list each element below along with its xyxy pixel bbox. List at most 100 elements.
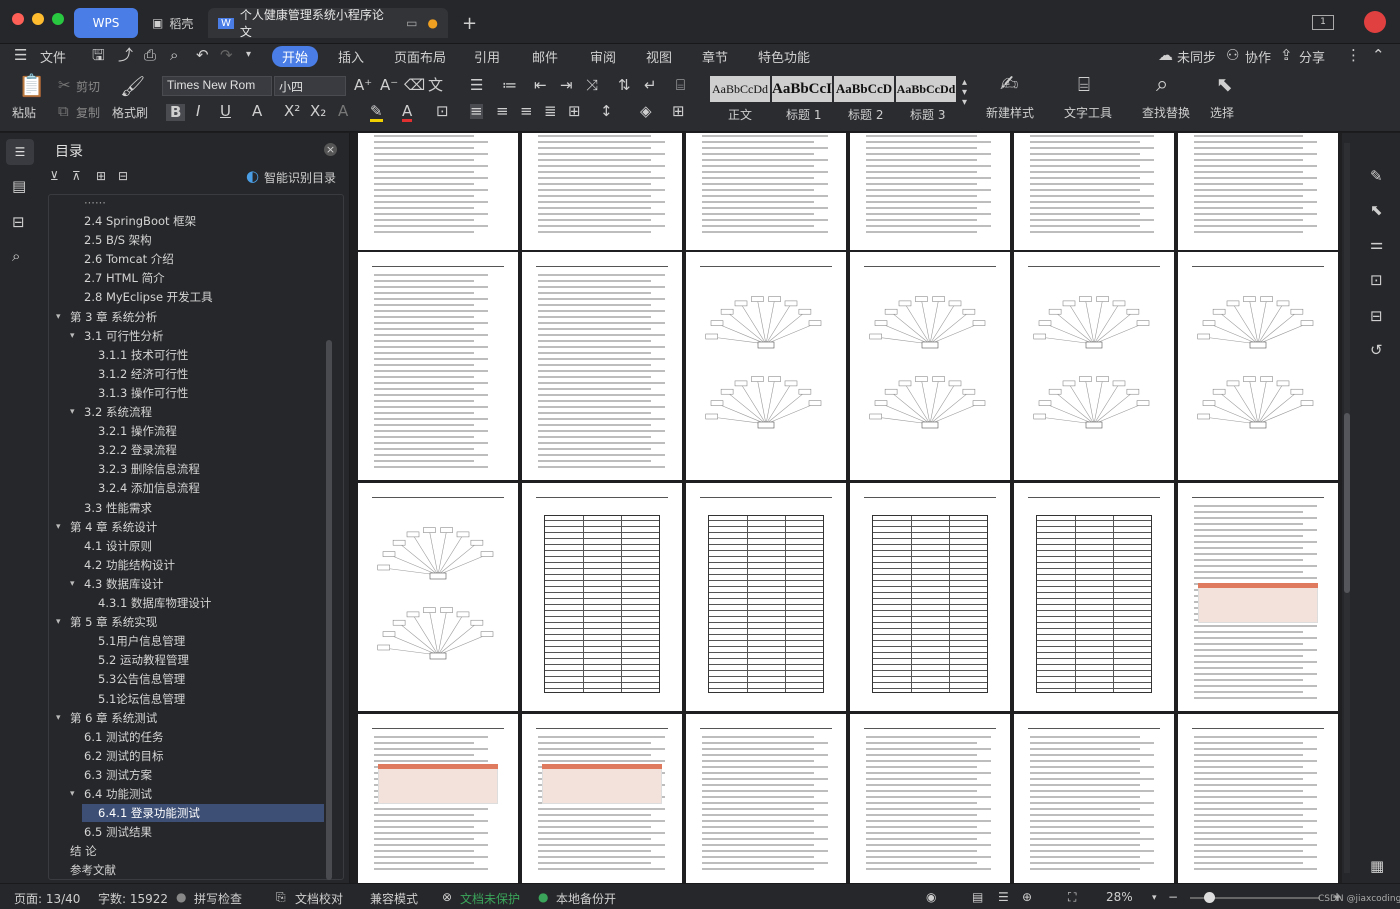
file-menu[interactable]: 文件 (40, 47, 66, 66)
outline-item[interactable]: 6.2 测试的目标 (84, 748, 163, 764)
window-switch-icon[interactable]: 1 (1312, 15, 1334, 30)
expand-up-icon[interactable]: ⊼ (72, 170, 81, 182)
bookmark-icon[interactable]: ⊟ (12, 215, 25, 230)
outline-item[interactable]: 3.2.1 操作流程 (98, 423, 177, 439)
tab-mail[interactable]: 邮件 (532, 47, 558, 66)
grow-font-icon[interactable]: A⁺ (354, 78, 372, 93)
char-border-icon[interactable]: ⊡ (436, 104, 449, 119)
outline-chapter[interactable]: 第 3 章 系统分析 (70, 309, 157, 325)
expand-caret-icon[interactable]: ▾ (56, 522, 61, 532)
new-style-button[interactable]: 新建样式 (986, 104, 1034, 121)
share-button[interactable]: 分享 (1299, 47, 1325, 66)
tab-chapter[interactable]: 章节 (702, 47, 728, 66)
outline-item[interactable]: 2.4 SpringBoot 框架 (84, 213, 196, 229)
sort-icon[interactable]: ⇅ (618, 78, 631, 93)
underline-icon[interactable]: U (220, 104, 231, 119)
collab-button[interactable]: 协作 (1245, 47, 1271, 66)
cut-button[interactable]: 剪切 (76, 78, 100, 95)
outline-chapter[interactable]: 参考文献 (70, 862, 116, 878)
outline-item[interactable]: 3.1 可行性分析 (84, 328, 163, 344)
new-tab-button[interactable]: + (452, 8, 487, 38)
style-gallery-more-icon[interactable]: ▴ ▾ ▾ (962, 78, 967, 108)
expand-caret-icon[interactable]: ▾ (56, 713, 61, 723)
indent-icon[interactable]: ⇥ (560, 78, 573, 93)
bold-icon[interactable]: B (166, 104, 186, 121)
page-view-icon[interactable]: ▤ (972, 890, 983, 904)
page-thumbnail[interactable] (1178, 483, 1338, 711)
page-thumbnail[interactable] (1014, 133, 1174, 250)
web-view-icon[interactable]: ⊕ (1022, 890, 1032, 904)
bullet-list-icon[interactable]: ☰ (470, 78, 483, 93)
page-thumbnail[interactable] (522, 483, 682, 711)
add-heading-icon[interactable]: ⊞ (96, 170, 106, 182)
outline-item[interactable]: 5.1用户信息管理 (98, 633, 185, 649)
copy-icon[interactable]: ⧉ (58, 104, 69, 119)
page-thumbnail[interactable] (1014, 714, 1174, 883)
pen-icon[interactable]: ✎ (1370, 169, 1383, 184)
close-window-button[interactable] (12, 13, 24, 25)
expand-caret-icon[interactable]: ▾ (70, 331, 75, 341)
adjust-icon[interactable]: ⚌ (1370, 237, 1383, 252)
outline-item[interactable]: 3.2 系统流程 (84, 404, 152, 420)
outline-item[interactable]: 5.3公告信息管理 (98, 671, 185, 687)
history-icon[interactable]: ↺ (1370, 343, 1383, 358)
zoom-out-icon[interactable]: − (1168, 890, 1178, 904)
select-button[interactable]: 选择 (1210, 104, 1234, 121)
align-center-icon[interactable]: ≡ (496, 104, 509, 119)
eye-protect-icon[interactable]: ◉ (926, 890, 936, 904)
document-tab[interactable]: W 个人健康管理系统小程序论文 ▭ ● (208, 8, 448, 39)
doc-protect-button[interactable]: 文档未保护 (460, 890, 520, 907)
more-icon[interactable]: ⋮ (1346, 48, 1361, 63)
new-style-icon[interactable]: ✍ (1000, 74, 1018, 96)
cloud-icon[interactable]: ☁ (1158, 48, 1173, 63)
outline-item-clipped[interactable]: ······ (84, 196, 106, 204)
outline-item[interactable]: 4.3 数据库设计 (84, 576, 163, 592)
doc-scroll-thumb[interactable] (1344, 413, 1350, 593)
align-left-icon[interactable]: ≡ (470, 104, 483, 119)
outline-item[interactable]: 3.2.4 添加信息流程 (98, 480, 200, 496)
outline-item[interactable]: 3.2.3 删除信息流程 (98, 461, 200, 477)
zoom-slider-thumb[interactable] (1204, 892, 1215, 903)
tab-home[interactable]: 开始 (272, 46, 319, 67)
expand-caret-icon[interactable]: ▾ (70, 579, 75, 589)
outline-scrollbar[interactable] (326, 340, 332, 880)
page-thumbnail[interactable] (1178, 714, 1338, 883)
page-thumbnail[interactable] (1014, 252, 1174, 480)
style-heading-1[interactable]: AaBbCcI (772, 76, 832, 102)
outline-item[interactable]: 3.1.3 操作可行性 (98, 385, 188, 401)
page-thumbnail[interactable] (522, 714, 682, 883)
export-icon[interactable]: ⤴ (118, 48, 133, 63)
outline-item[interactable]: 3.2.2 登录流程 (98, 442, 177, 458)
outline-item[interactable]: 6.4 功能测试 (84, 786, 152, 802)
document-area[interactable] (350, 133, 1342, 883)
redo-icon[interactable]: ↷ (220, 48, 233, 63)
text-effect-icon[interactable]: A (338, 104, 348, 119)
font-color-a-icon[interactable]: A (252, 104, 262, 119)
clear-format-icon[interactable]: ⌫ (404, 78, 425, 93)
text-tool-button[interactable]: 文字工具 (1064, 104, 1112, 121)
outline-item[interactable]: 4.1 设计原则 (84, 538, 152, 554)
collapse-ribbon-icon[interactable]: ⌃ (1372, 48, 1385, 63)
find-replace-icon[interactable]: ⌕ (1156, 74, 1168, 96)
collab-icon[interactable]: ⚇ (1226, 48, 1239, 63)
shading-icon[interactable]: ◈ (640, 104, 652, 119)
close-outline-icon[interactable]: × (324, 143, 337, 156)
outdent-icon[interactable]: ⇤ (534, 78, 547, 93)
undo-icon[interactable]: ↶ (196, 48, 209, 63)
phonetic-icon[interactable]: 文 (428, 78, 443, 93)
outline-item[interactable]: 6.3 测试方案 (84, 767, 152, 783)
outline-item[interactable]: 6.1 测试的任务 (84, 729, 163, 745)
collapse-all-icon[interactable]: ⊻ (50, 170, 59, 182)
tab-view[interactable]: 视图 (646, 47, 672, 66)
chinese-layout-icon[interactable]: ⤨ (586, 78, 598, 93)
translate-icon[interactable]: ⊟ (1370, 309, 1383, 324)
page-thumbnail[interactable] (1014, 483, 1174, 711)
menu-icon[interactable]: ☰ (14, 48, 27, 63)
tab-review[interactable]: 审阅 (590, 47, 616, 66)
table-border-icon[interactable]: ⌸ (676, 78, 685, 93)
page-thumbnail[interactable] (358, 714, 518, 883)
page-indicator[interactable]: 页面: 13/40 (14, 890, 80, 907)
fit-page-icon[interactable]: ⛶ (1068, 890, 1076, 905)
preview-icon[interactable]: ⌕ (170, 48, 178, 63)
doc-proof-button[interactable]: 文档校对 (295, 890, 343, 907)
